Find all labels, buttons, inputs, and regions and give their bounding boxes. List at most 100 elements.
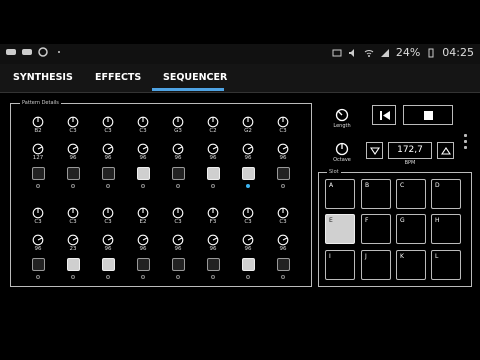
velocity-knob[interactable] [102, 234, 114, 246]
step-button[interactable] [207, 167, 220, 180]
step-button[interactable] [32, 258, 45, 271]
slot-pad-d[interactable]: D [431, 179, 461, 209]
note-knob[interactable] [207, 116, 219, 128]
note-knob[interactable] [67, 116, 79, 128]
pad-label: J [365, 253, 367, 260]
note-value: G2 [244, 128, 252, 134]
slot-title: Slot [327, 169, 341, 175]
note-knob[interactable] [242, 207, 254, 219]
note-value: C3 [279, 128, 287, 134]
note-value: C3 [104, 128, 112, 134]
settings-circle-icon [38, 47, 48, 57]
step-led [106, 275, 110, 279]
slot-pad-k[interactable]: K [396, 250, 426, 280]
note-knob[interactable] [67, 207, 79, 219]
step-button[interactable] [102, 167, 115, 180]
slot-pad-i[interactable]: I [325, 250, 355, 280]
note-knob[interactable] [242, 116, 254, 128]
active-tab-indicator [152, 88, 224, 91]
velocity-knob[interactable] [137, 234, 149, 246]
step-led [36, 184, 40, 188]
octave-knob[interactable] [335, 142, 349, 156]
pad-label: I [329, 253, 331, 260]
step-led [281, 184, 285, 188]
note-knob[interactable] [32, 207, 44, 219]
velocity-knob[interactable] [277, 143, 289, 155]
divider [0, 92, 480, 93]
bpm-increase-button[interactable] [437, 142, 454, 159]
velocity-knob[interactable] [242, 143, 254, 155]
note-knob[interactable] [207, 207, 219, 219]
velocity-knob[interactable] [137, 143, 149, 155]
pattern-details-panel [10, 103, 312, 287]
overflow-menu-icon[interactable] [464, 134, 468, 152]
slot-pad-j[interactable]: J [361, 250, 391, 280]
step-led [211, 184, 215, 188]
step-button[interactable] [242, 167, 255, 180]
velocity-value: 96 [139, 246, 147, 252]
note-value: C3 [244, 219, 252, 225]
note-knob[interactable] [102, 207, 114, 219]
velocity-knob[interactable] [277, 234, 289, 246]
velocity-knob[interactable] [102, 143, 114, 155]
step-button[interactable] [102, 258, 115, 271]
note-knob[interactable] [137, 116, 149, 128]
velocity-value: 96 [34, 246, 42, 252]
velocity-knob[interactable] [32, 143, 44, 155]
note-value: C3 [104, 219, 112, 225]
note-value: F3 [209, 219, 217, 225]
step-button[interactable] [242, 258, 255, 271]
step-button[interactable] [32, 167, 45, 180]
stop-button[interactable] [403, 105, 453, 125]
velocity-value: 96 [104, 155, 112, 161]
slot-pad-h[interactable]: H [431, 214, 461, 244]
velocity-knob[interactable] [67, 143, 79, 155]
slot-pad-a[interactable]: A [325, 179, 355, 209]
step-button[interactable] [172, 167, 185, 180]
velocity-knob[interactable] [32, 234, 44, 246]
rewind-button[interactable] [372, 105, 396, 125]
note-value: C3 [174, 219, 182, 225]
note-knob[interactable] [277, 116, 289, 128]
step-button[interactable] [67, 258, 80, 271]
velocity-knob[interactable] [207, 234, 219, 246]
triangle-down-icon [370, 147, 380, 155]
note-knob[interactable] [172, 116, 184, 128]
note-knob[interactable] [32, 116, 44, 128]
step-button[interactable] [67, 167, 80, 180]
velocity-knob[interactable] [172, 143, 184, 155]
note-knob[interactable] [137, 207, 149, 219]
slot-pad-e[interactable]: E [325, 214, 355, 244]
step-button[interactable] [207, 258, 220, 271]
step-led [176, 275, 180, 279]
note-knob[interactable] [277, 207, 289, 219]
step-button[interactable] [277, 258, 290, 271]
velocity-knob[interactable] [242, 234, 254, 246]
triangle-up-icon [441, 147, 451, 155]
pad-label: A [329, 182, 334, 189]
step-button[interactable] [137, 167, 150, 180]
step-button[interactable] [277, 167, 290, 180]
length-knob[interactable] [335, 108, 349, 122]
note-value: C3 [34, 219, 42, 225]
note-knob[interactable] [172, 207, 184, 219]
velocity-knob[interactable] [172, 234, 184, 246]
velocity-knob[interactable] [207, 143, 219, 155]
gamepad-icon [22, 49, 32, 55]
battery-icon [428, 48, 434, 57]
pad-label: E [329, 217, 333, 224]
slot-pad-g[interactable]: G [396, 214, 426, 244]
slot-pad-c[interactable]: C [396, 179, 426, 209]
length-label: Length [333, 123, 351, 129]
bpm-decrease-button[interactable] [366, 142, 383, 159]
slot-pad-b[interactable]: B [361, 179, 391, 209]
tab-effects[interactable]: EFFECTS [95, 64, 141, 92]
note-knob[interactable] [102, 116, 114, 128]
slot-pad-f[interactable]: F [361, 214, 391, 244]
bpm-value[interactable]: 172,7 [388, 142, 432, 159]
slot-pad-l[interactable]: L [431, 250, 461, 280]
velocity-knob[interactable] [67, 234, 79, 246]
step-button[interactable] [137, 258, 150, 271]
step-button[interactable] [172, 258, 185, 271]
tab-synthesis[interactable]: SYNTHESIS [13, 64, 73, 92]
